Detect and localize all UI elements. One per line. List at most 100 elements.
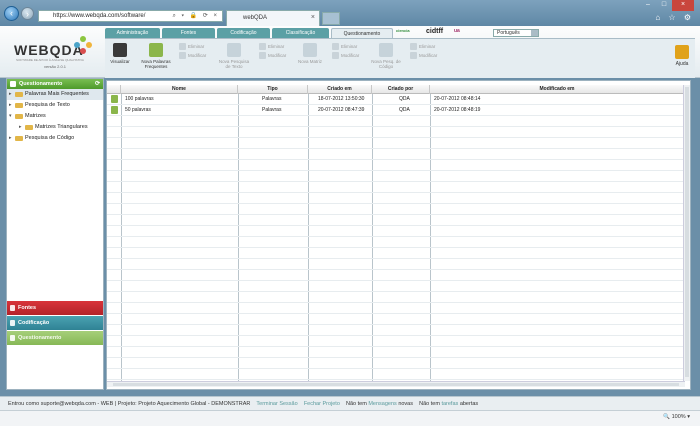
close-icon[interactable]: × (311, 11, 315, 25)
eliminar-button-2[interactable]: Eliminar (259, 43, 284, 50)
expand-arrow-icon[interactable]: ▸ (9, 89, 12, 100)
modificar-button[interactable]: Modificar (179, 52, 207, 59)
nova-pesq-codigo-label: Nova Pesq. de Código (371, 59, 401, 69)
modificar-button-4[interactable]: Modificar (410, 52, 438, 59)
vertical-scrollbar[interactable] (683, 85, 690, 381)
folder-icon (15, 136, 23, 141)
row-separator (107, 258, 685, 259)
mensagens-link[interactable]: Mensagens (368, 401, 396, 407)
delete-icon (332, 43, 339, 50)
tab-questionamento[interactable]: Questionamento (331, 28, 393, 38)
sidebar-item-pesquisa-texto[interactable]: ▸ Pesquisa de Texto (7, 100, 103, 111)
eliminar-label: Eliminar (419, 44, 436, 49)
column-header-criado-em[interactable]: Criado em (308, 85, 372, 94)
forward-arrow-icon[interactable]: › (21, 7, 34, 20)
eliminar-button[interactable]: Eliminar (179, 43, 205, 50)
ajuda-button[interactable]: Ajuda (675, 45, 689, 67)
sidebar-header: Questionamento ⟳ (7, 79, 103, 89)
eliminar-button-3[interactable]: Eliminar (332, 43, 358, 50)
modificar-button-2[interactable]: Modificar (259, 52, 286, 59)
column-header-modificado-em[interactable]: Modificado em (430, 85, 684, 94)
cell-modificado-em: 20-07-2012 08:48:19 (434, 107, 481, 113)
maximize-button[interactable]: □ (656, 0, 672, 11)
row-separator (107, 379, 685, 380)
sidebar-item-matrizes[interactable]: ▾ Matrizes (7, 111, 103, 122)
modificar-button-3[interactable]: Modificar (332, 52, 360, 59)
accordion-questionamento-label: Questionamento (18, 335, 62, 341)
nova-matriz-button[interactable]: Nova Matriz (295, 43, 325, 64)
sidebar-item-pesquisa-codigo[interactable]: ▸ Pesquisa de Código (7, 133, 103, 144)
grid-header: Nome Tipo Criado em Criado por Modificad… (107, 85, 685, 94)
column-header-criado-por[interactable]: Criado por (372, 85, 430, 94)
new-tab-button[interactable] (322, 12, 340, 25)
table-row[interactable]: 100 palavras Palavras 18-07-2012 13:50:3… (107, 94, 685, 104)
row-separator (107, 192, 685, 193)
horizontal-scrollbar[interactable] (107, 381, 685, 387)
tab-classificacao[interactable]: Classificação (272, 28, 329, 38)
modificar-label: Modificar (419, 53, 438, 58)
eliminar-button-4[interactable]: Eliminar (410, 43, 436, 50)
cell-criado-por: QDA (399, 107, 410, 113)
row-separator (107, 357, 685, 358)
modificar-label: Modificar (341, 53, 360, 58)
ribbon-toolbar: Visualizar Nova Palavras Frequentes Elim… (105, 38, 695, 78)
terminar-sessao-link[interactable]: Terminar Sessão (256, 401, 297, 407)
ajuda-label: Ajuda (675, 61, 689, 67)
language-value: Português (497, 30, 520, 36)
scrollbar-thumb[interactable] (685, 87, 689, 377)
row-separator (107, 335, 685, 336)
browser-tab[interactable]: webQDA × (226, 10, 320, 26)
visualizar-button[interactable]: Visualizar (109, 43, 131, 64)
tab-administracao[interactable]: Administração (105, 28, 160, 38)
app-header: WEBQDA SOFTWARE DE APOIO À ANÁLISE QUALI… (0, 26, 700, 78)
back-arrow-icon[interactable]: ‹ (4, 6, 19, 21)
sidebar-item-matrizes-triangulares[interactable]: ▸ Matrizes Triangulares (7, 122, 103, 133)
expand-arrow-icon[interactable]: ▸ (9, 100, 12, 111)
delete-icon (410, 43, 417, 50)
nova-palavras-button[interactable]: Nova Palavras Frequentes (139, 43, 173, 69)
refresh-icon[interactable]: ⟳ (95, 79, 100, 89)
sidebar: Questionamento ⟳ ▸ Palavras Mais Frequen… (6, 78, 104, 390)
accordion-codificacao[interactable]: Codificação (7, 316, 103, 330)
scrollbar-thumb[interactable] (113, 383, 679, 386)
eliminar-label: Eliminar (188, 44, 205, 49)
accordion-fontes[interactable]: Fontes (7, 301, 103, 315)
nova-matriz-label: Nova Matriz (297, 59, 322, 64)
code-search-icon (379, 43, 393, 57)
edit-icon (332, 52, 339, 59)
nova-pesq-codigo-button[interactable]: Nova Pesq. de Código (369, 43, 403, 69)
tab-fontes[interactable]: Fontes (162, 28, 215, 38)
sidebar-item-palavras[interactable]: ▸ Palavras Mais Frequentes (7, 89, 103, 100)
table-row[interactable]: 50 palavras Palavras 20-07-2012 08:47:39… (107, 105, 685, 115)
status-abertas: abertas (459, 401, 479, 407)
browser-status-bar: 🔍 100% ▾ (0, 410, 700, 426)
fechar-projeto-link[interactable]: Fechar Projeto (304, 401, 340, 407)
tarefas-link[interactable]: tarefas (441, 401, 458, 407)
folder-icon (15, 92, 23, 97)
row-separator (107, 324, 685, 325)
zoom-control[interactable]: 🔍 100% ▾ (663, 414, 690, 420)
eliminar-label: Eliminar (341, 44, 358, 49)
accordion-questionamento[interactable]: Questionamento (7, 331, 103, 345)
browser-toolbar-icons[interactable]: ⌂ ☆ ⚙ (655, 13, 694, 22)
modificar-label: Modificar (188, 53, 207, 58)
url-text: https://www.webqda.com/software/ (53, 13, 146, 19)
cell-criado-em: 20-07-2012 08:47:39 (318, 107, 365, 113)
questionamento-icon (10, 335, 15, 341)
row-separator (107, 225, 685, 226)
fontes-icon (10, 305, 15, 311)
column-header-nome[interactable]: Nome (121, 85, 238, 94)
tab-codificacao[interactable]: Codificação (217, 28, 270, 38)
folder-icon (25, 125, 33, 130)
expand-arrow-icon[interactable]: ▸ (9, 133, 12, 144)
column-header-tipo[interactable]: Tipo (238, 85, 308, 94)
address-bar[interactable]: https://www.webqda.com/software/ ⌕ ▾ 🔒 ⟳… (38, 10, 223, 22)
nova-pesquisa-button[interactable]: Nova Pesquisa de Texto (217, 43, 251, 69)
language-select[interactable]: Português (493, 29, 539, 37)
minimize-button[interactable]: – (640, 0, 656, 11)
expand-arrow-icon[interactable]: ▸ (19, 122, 22, 133)
close-window-button[interactable]: × (672, 0, 694, 11)
nova-palavras-label: Nova Palavras Frequentes (141, 59, 171, 69)
folder-icon (15, 103, 23, 108)
collapse-arrow-icon[interactable]: ▾ (9, 111, 12, 122)
